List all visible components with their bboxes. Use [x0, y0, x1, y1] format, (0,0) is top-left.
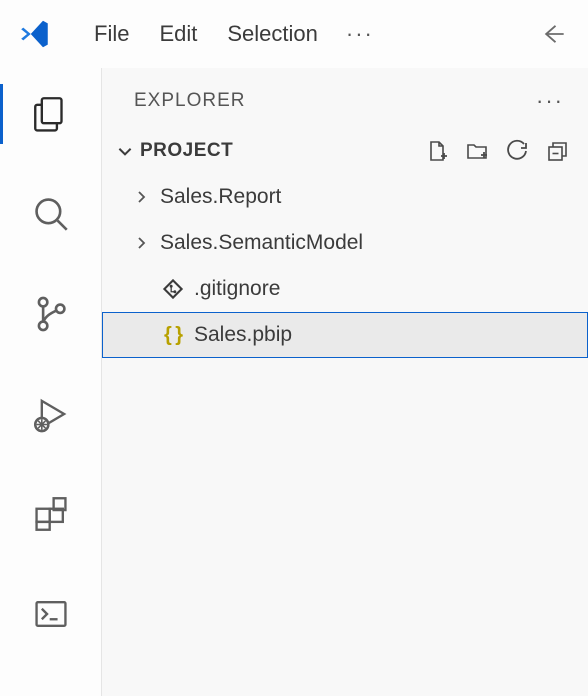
activity-search[interactable]: [0, 182, 101, 246]
activity-bar: [0, 68, 102, 696]
git-icon: [160, 278, 186, 300]
json-braces-icon: { }: [160, 324, 186, 347]
titlebar: File Edit Selection ···: [0, 0, 588, 68]
vscode-logo-icon: [18, 17, 52, 51]
tree-item-label: Sales.Report: [160, 185, 281, 209]
tree-folder-sales-report[interactable]: Sales.Report: [102, 174, 588, 220]
explorer-sidebar: EXPLORER ··· PROJECT: [102, 68, 588, 696]
tree-item-label: Sales.pbip: [194, 323, 292, 347]
menu-edit[interactable]: Edit: [145, 15, 211, 53]
menu-selection[interactable]: Selection: [213, 15, 332, 53]
tree-file-gitignore[interactable]: .gitignore: [102, 266, 588, 312]
sidebar-more-icon[interactable]: ···: [536, 88, 564, 114]
new-file-icon[interactable]: [424, 138, 450, 164]
file-tree: Sales.Report Sales.SemanticModel .gitign…: [102, 170, 588, 358]
chevron-right-icon: [130, 189, 152, 205]
activity-run-debug[interactable]: [0, 382, 101, 446]
menu-overflow[interactable]: ···: [334, 15, 386, 53]
tree-folder-sales-semanticmodel[interactable]: Sales.SemanticModel: [102, 220, 588, 266]
collapse-all-icon[interactable]: [544, 138, 570, 164]
section-header-project[interactable]: PROJECT: [102, 132, 588, 170]
sidebar-header: EXPLORER ···: [102, 68, 588, 132]
back-arrow-icon[interactable]: [534, 16, 570, 52]
section-label: PROJECT: [140, 140, 424, 162]
activity-source-control[interactable]: [0, 282, 101, 346]
activity-terminal[interactable]: [0, 582, 101, 646]
chevron-down-icon: [112, 138, 138, 164]
tree-item-label: .gitignore: [194, 277, 280, 301]
new-folder-icon[interactable]: [464, 138, 490, 164]
tree-item-label: Sales.SemanticModel: [160, 231, 363, 255]
activity-explorer[interactable]: [0, 82, 101, 146]
sidebar-title: EXPLORER: [134, 90, 245, 112]
tree-file-sales-pbip[interactable]: { } Sales.pbip: [102, 312, 588, 358]
section-actions: [424, 138, 570, 164]
chevron-right-icon: [130, 235, 152, 251]
menu-file[interactable]: File: [80, 15, 143, 53]
refresh-icon[interactable]: [504, 138, 530, 164]
activity-extensions[interactable]: [0, 482, 101, 546]
menu-bar: File Edit Selection ···: [80, 15, 386, 53]
